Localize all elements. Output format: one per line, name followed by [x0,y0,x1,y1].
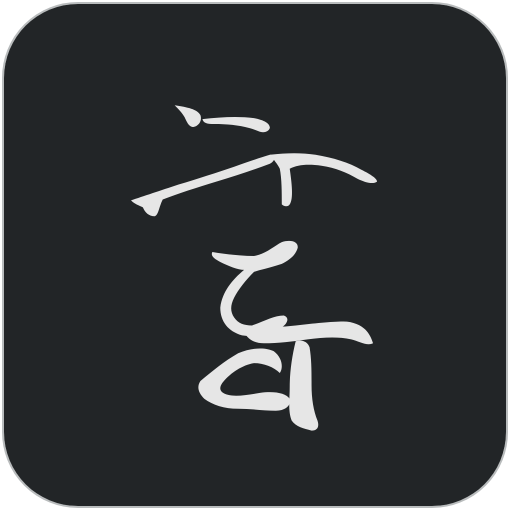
icon-canvas [0,0,512,512]
icon-background [4,4,506,506]
calligraphy-app-icon[interactable] [2,2,508,508]
calligraphy-glyph-icon [4,4,506,506]
